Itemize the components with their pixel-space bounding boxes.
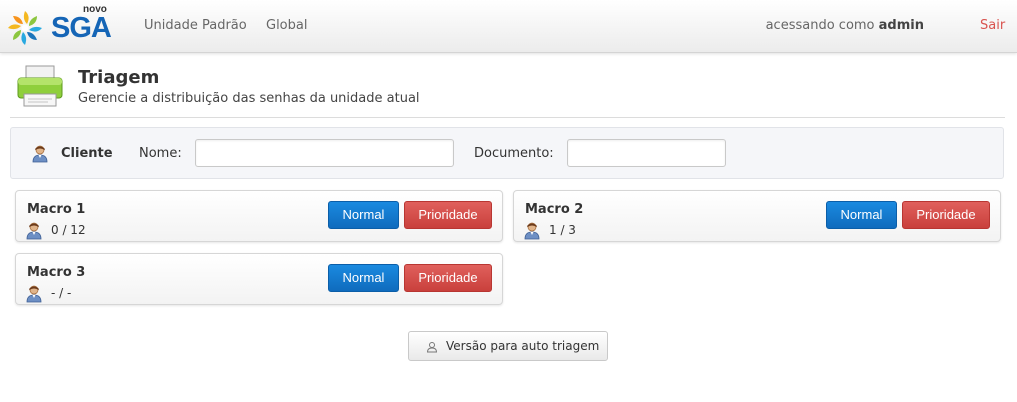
- user-icon: [26, 285, 42, 303]
- user-icon: [524, 222, 540, 240]
- top-navbar: novo SGA Unidade Padrão Global acessando…: [0, 0, 1017, 53]
- service-count: 0 / 12: [51, 223, 86, 237]
- user-name: admin: [878, 18, 924, 33]
- service-name: Macro 1: [27, 202, 86, 217]
- nome-label: Nome:: [139, 146, 182, 161]
- user-prefix: acessando como: [765, 18, 875, 33]
- service-name: Macro 3: [27, 265, 86, 280]
- logged-user-info: acessando como admin: [766, 18, 924, 33]
- user-icon: [26, 222, 42, 240]
- service-card-macro-3: Macro 3 - / - Normal Prioridade: [15, 253, 503, 305]
- user-outline-icon: [426, 342, 438, 353]
- prioridade-button[interactable]: Prioridade: [404, 264, 492, 292]
- nome-input[interactable]: [195, 139, 454, 167]
- documento-label: Documento:: [474, 146, 554, 161]
- auto-triagem-button[interactable]: Versão para auto triagem: [408, 331, 608, 361]
- service-card-macro-1: Macro 1 0 / 12 Normal Prioridade: [15, 190, 503, 242]
- service-card-macro-2: Macro 2 1 / 3 Normal Prioridade: [513, 190, 1001, 242]
- printer-icon: [17, 65, 63, 107]
- user-icon: [32, 145, 48, 163]
- page-title: Triagem: [78, 67, 160, 88]
- nav-unidade-padrao[interactable]: Unidade Padrão: [144, 18, 247, 33]
- cliente-label: Cliente: [61, 146, 113, 161]
- auto-triagem-label: Versão para auto triagem: [446, 339, 600, 353]
- nav-global[interactable]: Global: [266, 18, 307, 33]
- header-divider: [10, 117, 1005, 118]
- cliente-form: Cliente Nome: Documento:: [10, 127, 1004, 179]
- service-name: Macro 2: [525, 202, 584, 217]
- page-subtitle: Gerencie a distribuição das senhas da un…: [78, 91, 420, 106]
- normal-button[interactable]: Normal: [328, 201, 399, 229]
- sga-logo[interactable]: novo SGA: [7, 4, 117, 48]
- logout-link[interactable]: Sair: [980, 18, 1005, 33]
- service-count: 1 / 3: [549, 223, 576, 237]
- normal-button[interactable]: Normal: [328, 264, 399, 292]
- service-count: - / -: [51, 286, 72, 300]
- sun-logo-icon: [8, 11, 42, 45]
- prioridade-button[interactable]: Prioridade: [404, 201, 492, 229]
- documento-input[interactable]: [567, 139, 726, 167]
- logo-sga-text: SGA: [51, 12, 112, 44]
- normal-button[interactable]: Normal: [826, 201, 897, 229]
- prioridade-button[interactable]: Prioridade: [902, 201, 990, 229]
